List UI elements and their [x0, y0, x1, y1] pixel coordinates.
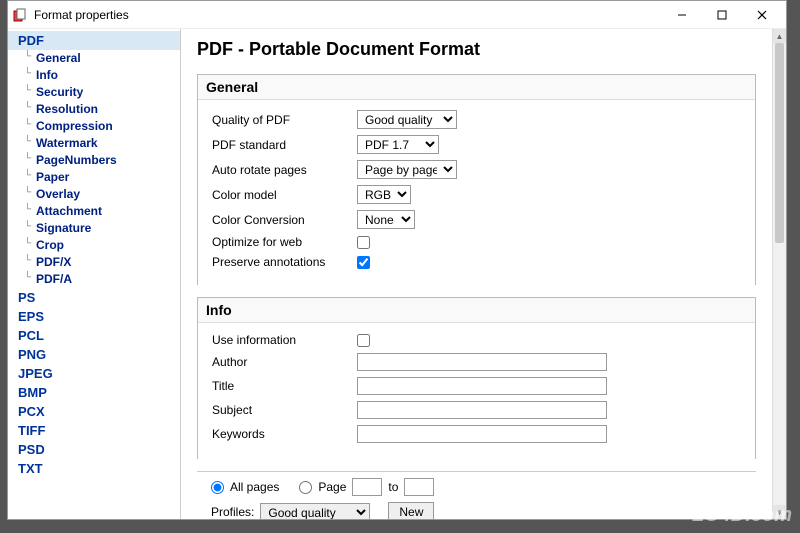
profiles-select[interactable]: Good quality	[260, 503, 370, 520]
optweb-checkbox[interactable]	[357, 236, 370, 249]
sidebar-sub-pdfa[interactable]: PDF/A	[8, 271, 180, 288]
new-profile-button[interactable]: New	[388, 502, 434, 519]
scroll-down-button[interactable]: ▼	[773, 505, 786, 519]
group-info-heading: Info	[198, 298, 755, 323]
maximize-button[interactable]	[702, 2, 742, 28]
sidebar-sub-general[interactable]: General	[8, 50, 180, 67]
vertical-scrollbar[interactable]: ▲ ▼	[772, 29, 786, 519]
group-info: Info Use information Author Title	[197, 297, 756, 459]
content-panel: PDF - Portable Document Format General Q…	[181, 29, 772, 519]
optweb-label: Optimize for web	[212, 235, 357, 249]
title-field[interactable]	[357, 377, 607, 395]
format-properties-window: Format properties PDF General Info Secur…	[7, 0, 787, 520]
sidebar-sub-watermark[interactable]: Watermark	[8, 135, 180, 152]
sidebar-format-eps[interactable]: EPS	[8, 307, 180, 326]
group-general: General Quality of PDF Good quality PDF …	[197, 74, 756, 285]
sidebar-format-png[interactable]: PNG	[8, 345, 180, 364]
sidebar-format-psd[interactable]: PSD	[8, 440, 180, 459]
sidebar-format-ps[interactable]: PS	[8, 288, 180, 307]
sidebar-sub-overlay[interactable]: Overlay	[8, 186, 180, 203]
sidebar-format-pdf[interactable]: PDF	[8, 31, 180, 50]
sidebar-format-bmp[interactable]: BMP	[8, 383, 180, 402]
app-icon	[12, 7, 28, 23]
author-label: Author	[212, 355, 357, 369]
pagerange-radio[interactable]	[299, 481, 312, 494]
sidebar: PDF General Info Security Resolution Com…	[8, 29, 181, 519]
pdfstd-label: PDF standard	[212, 138, 357, 152]
keywords-label: Keywords	[212, 427, 357, 441]
autorotate-label: Auto rotate pages	[212, 163, 357, 177]
subject-label: Subject	[212, 403, 357, 417]
profiles-label: Profiles:	[211, 505, 254, 519]
sidebar-sub-resolution[interactable]: Resolution	[8, 101, 180, 118]
allpages-radio[interactable]	[211, 481, 224, 494]
scroll-up-button[interactable]: ▲	[773, 29, 786, 43]
body-area: PDF General Info Security Resolution Com…	[8, 29, 786, 519]
sidebar-format-pcl[interactable]: PCL	[8, 326, 180, 345]
sidebar-sub-paper[interactable]: Paper	[8, 169, 180, 186]
to-label: to	[388, 480, 398, 494]
quality-select[interactable]: Good quality	[357, 110, 457, 129]
sidebar-format-jpeg[interactable]: JPEG	[8, 364, 180, 383]
quality-label: Quality of PDF	[212, 113, 357, 127]
sidebar-sub-info[interactable]: Info	[8, 67, 180, 84]
colorconv-select[interactable]: None	[357, 210, 415, 229]
sidebar-sub-crop[interactable]: Crop	[8, 237, 180, 254]
page-from-field[interactable]	[352, 478, 382, 496]
preserve-checkbox[interactable]	[357, 256, 370, 269]
sidebar-format-tiff[interactable]: TIFF	[8, 421, 180, 440]
sidebar-sub-signature[interactable]: Signature	[8, 220, 180, 237]
titlebar: Format properties	[8, 1, 786, 29]
allpages-label: All pages	[230, 480, 279, 494]
pdfstd-select[interactable]: PDF 1.7	[357, 135, 439, 154]
colorconv-label: Color Conversion	[212, 213, 357, 227]
sidebar-sub-pagenumbers[interactable]: PageNumbers	[8, 152, 180, 169]
minimize-button[interactable]	[662, 2, 702, 28]
sidebar-sub-attachment[interactable]: Attachment	[8, 203, 180, 220]
page-title: PDF - Portable Document Format	[197, 39, 756, 60]
author-field[interactable]	[357, 353, 607, 371]
keywords-field[interactable]	[357, 425, 607, 443]
autorotate-select[interactable]: Page by page	[357, 160, 457, 179]
content-wrap: PDF - Portable Document Format General Q…	[181, 29, 786, 519]
subject-field[interactable]	[357, 401, 607, 419]
useinfo-checkbox[interactable]	[357, 334, 370, 347]
useinfo-label: Use information	[212, 333, 357, 347]
colormodel-select[interactable]: RGB	[357, 185, 411, 204]
footer: All pages Page to Profiles: Good quality…	[197, 471, 756, 519]
scroll-thumb[interactable]	[775, 43, 784, 243]
sidebar-format-pcx[interactable]: PCX	[8, 402, 180, 421]
sidebar-sub-pdfx[interactable]: PDF/X	[8, 254, 180, 271]
page-label: Page	[318, 480, 346, 494]
window-buttons	[662, 2, 782, 28]
title-label: Title	[212, 379, 357, 393]
group-general-heading: General	[198, 75, 755, 100]
sidebar-sub-security[interactable]: Security	[8, 84, 180, 101]
close-button[interactable]	[742, 2, 782, 28]
page-to-field[interactable]	[404, 478, 434, 496]
sidebar-format-txt[interactable]: TXT	[8, 459, 180, 478]
colormodel-label: Color model	[212, 188, 357, 202]
preserve-label: Preserve annotations	[212, 255, 357, 269]
sidebar-sub-compression[interactable]: Compression	[8, 118, 180, 135]
window-title: Format properties	[34, 8, 662, 22]
